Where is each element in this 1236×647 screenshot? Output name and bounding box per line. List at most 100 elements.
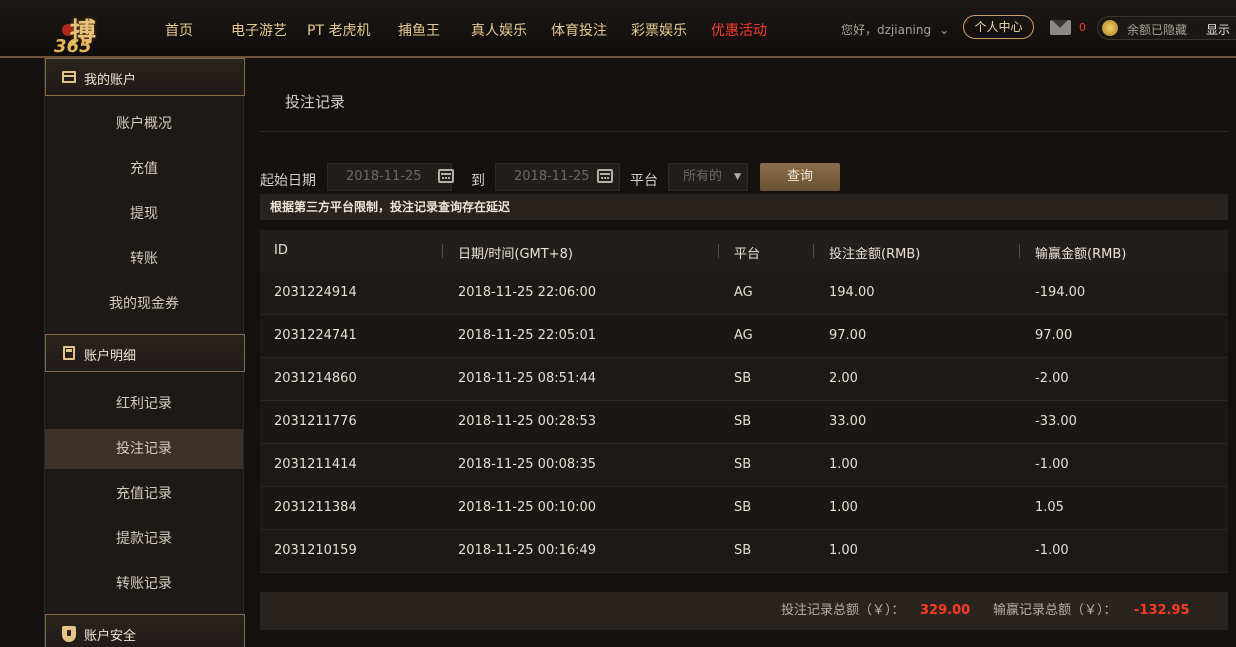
platform-label: 平台	[630, 173, 658, 189]
cell-win-loss: 97.00	[1035, 328, 1073, 343]
sidebar-item-withdrawal-records[interactable]: 提款记录	[45, 519, 243, 559]
nav-home[interactable]: 首页	[165, 20, 193, 40]
user-greeting[interactable]: 您好，dzjianing ⌄	[841, 21, 949, 38]
cell-id: 2031210159	[274, 543, 357, 558]
section-title: 账户安全	[84, 629, 137, 644]
bet-records-table: ID 日期/时间(GMT+8) 平台 投注金额(RMB) 输赢金额(RMB) 2…	[260, 230, 1228, 573]
column-divider	[813, 244, 814, 258]
start-date-input[interactable]: 2018-11-25	[327, 163, 452, 191]
column-divider	[442, 244, 443, 258]
card-icon	[62, 71, 76, 83]
cell-id: 2031214860	[274, 371, 357, 386]
sidebar-item-transfer[interactable]: 转账	[45, 239, 243, 279]
cell-win-loss: -1.00	[1035, 543, 1069, 558]
cell-platform: SB	[734, 371, 752, 386]
site-logo[interactable]: 搏 365	[48, 6, 134, 57]
query-button[interactable]: 查询	[760, 163, 840, 191]
cell-win-loss: -2.00	[1035, 371, 1069, 386]
sidebar-item-deposit[interactable]: 充值	[45, 149, 243, 189]
sidebar-section-my-account[interactable]: 我的账户	[45, 58, 245, 96]
delay-notice: 根据第三方平台限制，投注记录查询存在延迟	[260, 194, 1228, 220]
table-row: 2031211776 2018-11-25 00:28:53 SB 33.00 -33.…	[260, 401, 1228, 444]
column-header-id: ID	[274, 243, 288, 258]
to-label: 到	[471, 173, 485, 189]
balance-hidden-text: 余额已隐藏	[1127, 23, 1188, 37]
column-header-platform: 平台	[734, 247, 761, 262]
sidebar-item-deposit-records[interactable]: 充值记录	[45, 474, 243, 514]
top-header: 搏 365 首页 电子游艺 PT 老虎机 捕鱼王 真人娱乐 体育投注 彩票娱乐 …	[0, 0, 1236, 58]
platform-value: 所有的	[683, 169, 723, 184]
table-row: 2031224741 2018-11-25 22:05:01 AG 97.00 97.0…	[260, 315, 1228, 358]
cell-platform: SB	[734, 500, 752, 515]
sidebar-item-bonus-records[interactable]: 红利记录	[45, 384, 243, 424]
sidebar-item-cash-coupons[interactable]: 我的现金券	[45, 284, 243, 324]
shield-icon	[62, 626, 76, 642]
nav-fishing[interactable]: 捕鱼王	[398, 20, 440, 40]
cell-bet-amount: 194.00	[829, 285, 875, 300]
totals-bar: 投注记录总额（￥）： 329.00 输赢记录总额（￥）： -132.95	[260, 592, 1228, 630]
sidebar-section-account-security[interactable]: 账户安全	[45, 614, 245, 647]
dropdown-caret-icon: ▼	[734, 172, 741, 182]
nav-pt-slots[interactable]: PT 老虎机	[307, 20, 370, 40]
cell-win-loss: -194.00	[1035, 285, 1086, 300]
table-row: 2031224914 2018-11-25 22:06:00 AG 194.00 -19…	[260, 272, 1228, 315]
platform-select[interactable]: 所有的 ▼	[668, 163, 748, 191]
calendar-icon[interactable]	[597, 169, 613, 183]
cell-bet-amount: 2.00	[829, 371, 858, 386]
bet-total-label: 投注记录总额（￥）：	[781, 603, 905, 618]
cell-bet-amount: 97.00	[829, 328, 867, 343]
cell-datetime: 2018-11-25 22:06:00	[458, 285, 597, 300]
logo-number: 365	[54, 36, 92, 57]
sidebar: 我的账户 账户概况 充值 提现 转账 我的现金券 账户明细 红利记录 投注记录 …	[44, 58, 245, 647]
nav-electronic-games[interactable]: 电子游艺	[231, 20, 287, 40]
win-total-label: 输赢记录总额（￥）：	[993, 603, 1117, 618]
cell-id: 2031211776	[274, 414, 357, 429]
column-header-datetime: 日期/时间(GMT+8)	[458, 247, 573, 262]
balance-box: 余额已隐藏 显示	[1097, 16, 1236, 40]
column-header-win-loss: 输赢金额(RMB)	[1035, 247, 1127, 262]
chevron-down-icon: ⌄	[939, 23, 950, 37]
page-title: 投注记录	[285, 93, 346, 111]
nav-promotions[interactable]: 优惠活动	[711, 20, 767, 40]
cell-platform: AG	[734, 285, 753, 300]
sidebar-section-account-details[interactable]: 账户明细	[45, 334, 245, 372]
cell-id: 2031211384	[274, 500, 357, 515]
bet-total-value: 329.00	[920, 603, 971, 618]
nav-live-casino[interactable]: 真人娱乐	[471, 20, 527, 40]
table-body: 2031224914 2018-11-25 22:06:00 AG 194.00 -19…	[260, 272, 1228, 573]
column-divider	[718, 244, 719, 258]
calendar-icon[interactable]	[438, 169, 454, 183]
table-header: ID 日期/时间(GMT+8) 平台 投注金额(RMB) 输赢金额(RMB)	[260, 230, 1228, 272]
section-title: 我的账户	[84, 73, 137, 88]
cell-win-loss: 1.05	[1035, 500, 1064, 515]
nav-lottery[interactable]: 彩票娱乐	[631, 20, 687, 40]
cell-bet-amount: 33.00	[829, 414, 867, 429]
table-row: 2031210159 2018-11-25 00:16:49 SB 1.00 -1.00	[260, 530, 1228, 573]
table-row: 2031211414 2018-11-25 00:08:35 SB 1.00 -1.00	[260, 444, 1228, 487]
cell-platform: SB	[734, 457, 752, 472]
cell-datetime: 2018-11-25 00:16:49	[458, 543, 597, 558]
sidebar-item-bet-records[interactable]: 投注记录	[45, 429, 243, 469]
cell-bet-amount: 1.00	[829, 543, 858, 558]
nav-sports[interactable]: 体育投注	[551, 20, 607, 40]
cell-datetime: 2018-11-25 08:51:44	[458, 371, 597, 386]
cell-datetime: 2018-11-25 22:05:01	[458, 328, 597, 343]
cell-datetime: 2018-11-25 00:28:53	[458, 414, 597, 429]
sidebar-item-account-overview[interactable]: 账户概况	[45, 104, 243, 144]
cell-id: 2031224914	[274, 285, 357, 300]
coin-icon	[1102, 20, 1118, 36]
cell-id: 2031211414	[274, 457, 357, 472]
show-balance-link[interactable]: 显示	[1206, 21, 1230, 38]
cell-id: 2031224741	[274, 328, 357, 343]
column-header-bet-amount: 投注金额(RMB)	[829, 247, 921, 262]
greeting-text: 您好，dzjianing	[841, 23, 932, 37]
cell-platform: SB	[734, 414, 752, 429]
mail-icon[interactable]	[1050, 20, 1071, 35]
cell-datetime: 2018-11-25 00:08:35	[458, 457, 597, 472]
sidebar-item-withdraw[interactable]: 提现	[45, 194, 243, 234]
personal-center-button[interactable]: 个人中心	[963, 15, 1034, 39]
cell-bet-amount: 1.00	[829, 500, 858, 515]
cell-win-loss: -33.00	[1035, 414, 1077, 429]
sidebar-item-transfer-records[interactable]: 转账记录	[45, 564, 243, 604]
column-divider	[1019, 244, 1020, 258]
